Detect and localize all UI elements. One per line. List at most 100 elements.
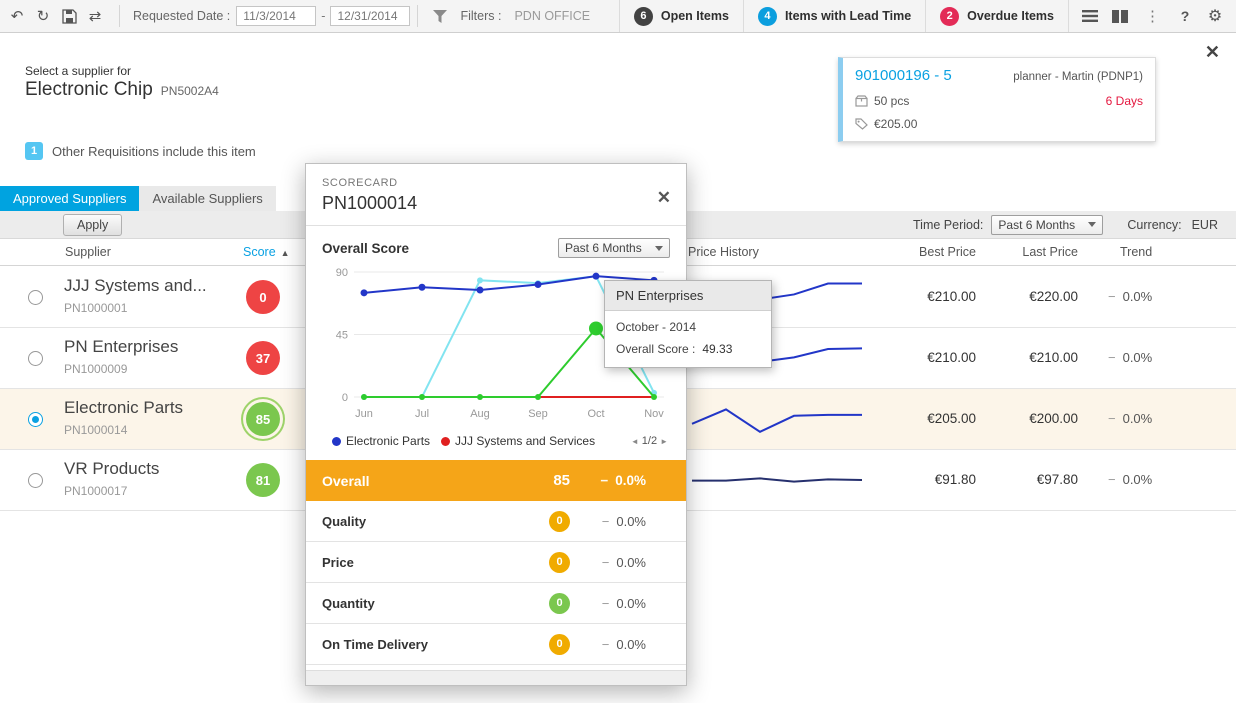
overall-trend-value: 0.0% xyxy=(615,473,646,488)
column-header-trend: Trend xyxy=(1120,245,1152,259)
overdue-items-label: Overdue Items xyxy=(967,9,1054,23)
close-scorecard-icon[interactable]: ✕ xyxy=(657,188,671,208)
supplier-radio[interactable] xyxy=(28,290,43,305)
time-period-value: Past 6 Months xyxy=(998,218,1075,232)
top-toolbar: ↶ ↻ ⇄ Requested Date : - Filters : PDN O… xyxy=(0,0,1236,33)
score-badge[interactable]: 37 xyxy=(246,341,280,375)
filters-value: PDN OFFICE xyxy=(514,9,590,23)
scorecard-title: PN1000014 xyxy=(322,193,670,214)
metric-label: Price xyxy=(322,555,354,570)
overall-row-label: Overall xyxy=(322,473,369,489)
supplier-tabs: Approved Suppliers Available Suppliers xyxy=(0,186,276,211)
metric-score-badge: 0 xyxy=(549,511,570,532)
svg-text:Nov: Nov xyxy=(644,408,664,420)
supplier-code: PN1000017 xyxy=(64,484,127,498)
currency-value: EUR xyxy=(1192,218,1218,232)
svg-text:45: 45 xyxy=(336,330,348,342)
apply-button[interactable]: Apply xyxy=(63,214,122,236)
score-badge[interactable]: 0 xyxy=(246,280,280,314)
trend-cell: −0.0% xyxy=(1108,411,1152,426)
trend-value: 0.0% xyxy=(1123,411,1153,426)
order-number[interactable]: 901000196 - 5 xyxy=(855,67,952,84)
svg-text:Oct: Oct xyxy=(587,408,604,420)
scorecard-kicker: SCORECARD xyxy=(322,177,670,189)
trend-cell: −0.0% xyxy=(1108,289,1152,304)
settings-gear-icon[interactable]: ⚙ xyxy=(1202,3,1228,29)
pager-next-icon[interactable]: ► xyxy=(660,437,668,446)
last-price-cell: €210.00 xyxy=(1002,350,1078,365)
svg-text:90: 90 xyxy=(336,267,348,279)
supplier-radio[interactable] xyxy=(28,412,43,427)
supplier-code: PN1000001 xyxy=(64,301,127,315)
legend-pager: ◄ 1/2 ► xyxy=(631,435,670,447)
pager-position: 1/2 xyxy=(642,435,657,447)
scorecard-header: SCORECARD PN1000014 ✕ xyxy=(306,164,686,226)
lead-time-items-filter[interactable]: 4 Items with Lead Time xyxy=(743,0,925,32)
tooltip-score: Overall Score :49.33 xyxy=(616,342,760,356)
date-to-input[interactable] xyxy=(330,6,410,26)
metric-score-badge: 0 xyxy=(549,552,570,573)
time-period-label: Time Period: xyxy=(913,218,983,232)
requisition-note-text: Other Requisitions include this item xyxy=(52,144,256,159)
item-price: €205.00 xyxy=(874,117,917,131)
price-history-sparkline xyxy=(688,399,868,439)
legend-item[interactable]: JJJ Systems and Services xyxy=(441,434,595,448)
overall-row-trend: −0.0% xyxy=(570,473,646,488)
open-items-filter[interactable]: 6 Open Items xyxy=(619,0,743,32)
page-title: Electronic ChipPN5002A4 xyxy=(25,79,219,101)
trend-dash-icon: − xyxy=(602,596,610,611)
trend-dash-icon: − xyxy=(1108,289,1116,304)
refresh-icon[interactable]: ↻ xyxy=(30,3,56,29)
pager-prev-icon[interactable]: ◄ xyxy=(631,437,639,446)
column-header-last-price: Last Price xyxy=(1002,245,1078,259)
grid-view-glyph xyxy=(1112,10,1128,23)
close-page-icon[interactable]: ✕ xyxy=(1205,42,1220,63)
metric-trend-value: 0.0% xyxy=(616,514,646,529)
svg-text:Jul: Jul xyxy=(415,408,429,420)
requisition-info-card[interactable]: 901000196 - 5 planner - Martin (PDNP1) 5… xyxy=(838,57,1156,142)
supplier-radio[interactable] xyxy=(28,351,43,366)
trend-value: 0.0% xyxy=(1123,350,1153,365)
metric-trend: −0.0% xyxy=(570,637,646,652)
open-items-label: Open Items xyxy=(661,9,729,23)
overdue-items-filter[interactable]: 2 Overdue Items xyxy=(925,0,1068,32)
price-history-sparkline xyxy=(688,460,868,500)
lead-time-count-badge: 4 xyxy=(758,7,777,26)
grid-view-icon[interactable] xyxy=(1107,3,1133,29)
help-icon[interactable]: ? xyxy=(1172,3,1198,29)
quantity-value: 50 pcs xyxy=(874,94,909,108)
filter-funnel-icon xyxy=(433,10,447,23)
overall-score-row: Overall 85 −0.0% xyxy=(306,460,686,501)
date-from-input[interactable] xyxy=(236,6,316,26)
tab-available-suppliers[interactable]: Available Suppliers xyxy=(139,186,275,211)
transfer-icon[interactable]: ⇄ xyxy=(82,3,108,29)
tab-approved-suppliers[interactable]: Approved Suppliers xyxy=(0,186,139,211)
planner-name: planner - Martin (PDNP1) xyxy=(1013,71,1143,83)
undo-icon[interactable]: ↶ xyxy=(4,3,30,29)
currency-label: Currency: xyxy=(1127,218,1181,232)
trend-value: 0.0% xyxy=(1123,289,1153,304)
supplier-name: Electronic Parts xyxy=(64,398,183,418)
metric-label: Quality xyxy=(322,514,366,529)
score-badge[interactable]: 85 xyxy=(246,402,280,436)
trend-dash-icon: − xyxy=(602,555,610,570)
legend-item[interactable]: Electronic Parts xyxy=(332,434,430,448)
metric-label: Quantity xyxy=(322,596,375,611)
chevron-down-icon xyxy=(655,246,663,251)
overflow-menu-icon[interactable]: ⋮ xyxy=(1145,7,1160,25)
list-view-icon[interactable] xyxy=(1077,3,1103,29)
metric-row-quality: Quality 0 −0.0% xyxy=(306,501,686,542)
supplier-code: PN1000014 xyxy=(64,423,127,437)
column-header-score[interactable]: Score▲ xyxy=(243,245,290,259)
other-requisitions-note[interactable]: 1 Other Requisitions include this item xyxy=(25,142,256,160)
time-period-select[interactable]: Past 6 Months xyxy=(991,215,1103,235)
trend-dash-icon: − xyxy=(600,473,608,488)
supplier-radio[interactable] xyxy=(28,473,43,488)
filters-section[interactable]: Filters : PDN OFFICE xyxy=(425,9,598,23)
score-header-label: Score xyxy=(243,245,276,259)
score-badge[interactable]: 81 xyxy=(246,463,280,497)
save-icon[interactable] xyxy=(56,3,82,29)
best-price-cell: €205.00 xyxy=(900,411,976,426)
scorecard-period-select[interactable]: Past 6 Months xyxy=(558,238,670,258)
item-code: PN5002A4 xyxy=(161,84,219,98)
